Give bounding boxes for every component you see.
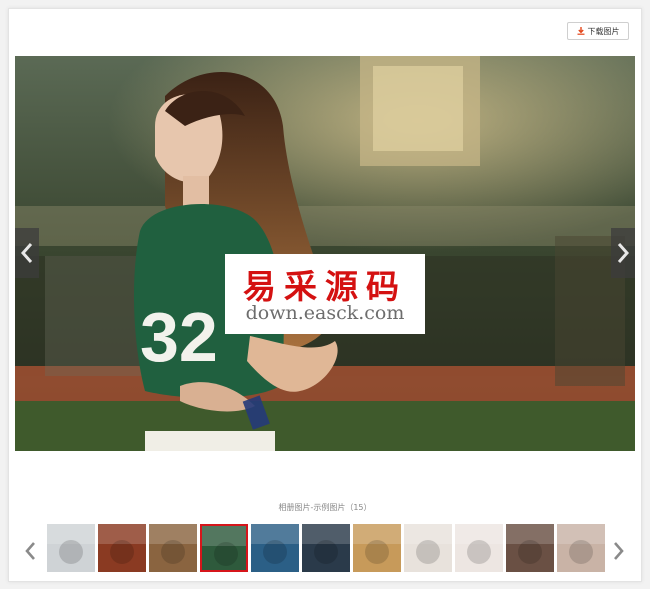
thumbnail-image	[251, 524, 299, 572]
download-label: 下载图片	[587, 26, 620, 36]
watermark: 易采源码 down.easck.com	[225, 254, 425, 334]
thumbnail-prev-button[interactable]	[22, 536, 38, 566]
thumbnail-brown-texture[interactable]	[149, 524, 197, 572]
watermark-url: down.easck.com	[245, 302, 405, 324]
thumbnail-gold-shoes[interactable]	[353, 524, 401, 572]
thumbnail-dark-bag[interactable]	[302, 524, 350, 572]
watermark-title: 易采源码	[243, 267, 407, 306]
thumbnail-white-car[interactable]	[47, 524, 95, 572]
thumbnail-image	[557, 524, 605, 572]
chevron-left-icon	[20, 243, 33, 263]
album-caption: 相册图片-示例图片（15）	[278, 503, 372, 512]
thumbnail-image	[98, 524, 146, 572]
thumbnail-next-button[interactable]	[611, 536, 627, 566]
thumbnail-white-portrait[interactable]	[404, 524, 452, 572]
thumbnail-image	[404, 524, 452, 572]
thumbnail-image	[506, 524, 554, 572]
download-image-button[interactable]: 下载图片	[567, 22, 629, 40]
thumbnail-image	[202, 526, 246, 570]
thumbnail-image	[353, 524, 401, 572]
thumbnail-girl-green-shirt[interactable]	[200, 524, 248, 572]
thumbnail-bangs-girl[interactable]	[557, 524, 605, 572]
chevron-left-icon	[25, 542, 35, 560]
thumbnail-pale-portrait[interactable]	[455, 524, 503, 572]
thumbnail-iron-man[interactable]	[98, 524, 146, 572]
download-icon	[577, 27, 584, 35]
svg-text:32: 32	[140, 298, 218, 376]
thumbnail-image	[47, 524, 95, 572]
thumbnail-image	[455, 524, 503, 572]
next-image-button[interactable]	[611, 228, 635, 278]
thumbnail-dark-hair-girl[interactable]	[506, 524, 554, 572]
thumbnail-image	[149, 524, 197, 572]
chevron-right-icon	[614, 542, 624, 560]
chevron-right-icon	[617, 243, 630, 263]
thumbnail-image	[302, 524, 350, 572]
thumbnail-blue-bottle[interactable]	[251, 524, 299, 572]
previous-image-button[interactable]	[15, 228, 39, 278]
